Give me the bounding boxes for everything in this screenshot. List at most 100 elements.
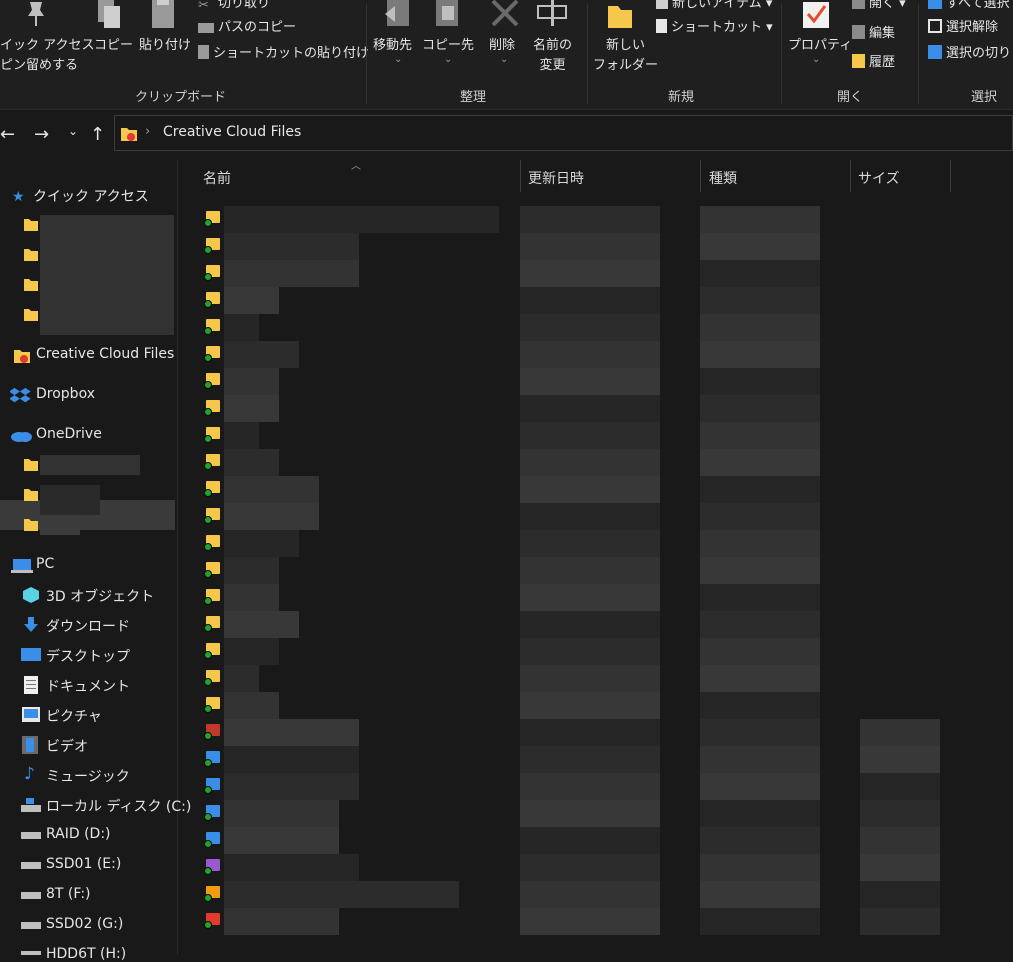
file-row[interactable] (200, 206, 950, 233)
file-row[interactable] (200, 908, 950, 935)
file-row[interactable] (200, 827, 950, 854)
sidebar-item-quick-access[interactable]: ★ クイック アクセス (12, 186, 149, 206)
edit-button[interactable]: 編集 (852, 24, 895, 44)
copy-to-chevron-icon[interactable]: ⌄ (444, 50, 452, 70)
paste-shortcut-button[interactable]: ショートカットの貼り付け (198, 44, 369, 64)
file-row[interactable] (200, 773, 950, 800)
file-row[interactable] (200, 476, 950, 503)
open-button[interactable]: 開く ▾ (852, 0, 906, 14)
recent-locations-chevron-icon[interactable]: ⌄ (68, 124, 78, 138)
sync-status-icon (204, 597, 212, 605)
cut-button[interactable]: ✂ 切り取り (198, 0, 270, 14)
copy-path-button[interactable]: パスのコピー (198, 18, 296, 38)
sidebar-item-local-disk[interactable]: ローカル ディスク (C:) (46, 796, 191, 816)
column-divider[interactable] (700, 160, 701, 192)
file-row[interactable] (200, 422, 950, 449)
up-arrow-icon[interactable]: ↑ (90, 124, 105, 145)
drive-icon (21, 832, 41, 839)
file-type-redacted (700, 854, 820, 881)
file-row[interactable] (200, 692, 950, 719)
column-header-size[interactable]: サイズ (858, 168, 900, 188)
file-date-redacted (520, 422, 660, 449)
forward-arrow-icon[interactable]: → (34, 124, 49, 145)
file-row[interactable] (200, 746, 950, 773)
sidebar-item-8t[interactable]: 8T (F:) (46, 886, 91, 902)
address-path[interactable]: Creative Cloud Files (163, 124, 301, 140)
file-row[interactable] (200, 314, 950, 341)
sidebar-item-creative-cloud[interactable]: Creative Cloud Files (36, 346, 174, 362)
file-row[interactable] (200, 449, 950, 476)
sidebar-item-ssd02[interactable]: SSD02 (G:) (46, 916, 123, 932)
creative-cloud-folder-icon (121, 128, 137, 141)
new-folder-button[interactable]: 新しい フォルダー (593, 36, 658, 76)
sidebar-item-ssd01[interactable]: SSD01 (E:) (46, 856, 121, 872)
column-header-type[interactable]: 種類 (709, 168, 737, 188)
sidebar-item-hdd[interactable]: HDD6T (H:) (46, 946, 126, 962)
file-type-redacted (700, 692, 820, 719)
file-row[interactable] (200, 395, 950, 422)
column-divider[interactable] (850, 160, 851, 192)
file-type-redacted (700, 584, 820, 611)
sync-status-icon (204, 678, 212, 686)
sync-status-icon (204, 867, 212, 875)
new-item-button[interactable]: 新しいアイテム ▾ (656, 0, 772, 14)
file-row[interactable] (200, 854, 950, 881)
file-row[interactable] (200, 287, 950, 314)
column-divider[interactable] (950, 160, 951, 192)
delete-chevron-icon[interactable]: ⌄ (500, 50, 508, 70)
file-row[interactable] (200, 584, 950, 611)
file-row[interactable] (200, 800, 950, 827)
paste-icon (152, 0, 174, 28)
file-row[interactable] (200, 368, 950, 395)
select-none-button[interactable]: 選択解除 (928, 18, 998, 38)
sidebar-item-pc[interactable]: PC (36, 556, 54, 572)
onedrive-cloud-icon (11, 432, 32, 442)
rename-button[interactable]: 名前の 変更 (533, 36, 572, 76)
sidebar-item-documents[interactable]: ドキュメント (46, 676, 130, 696)
file-size-redacted (860, 881, 940, 908)
move-to-button[interactable]: 移動先 (373, 36, 412, 56)
pin-quick-access-button[interactable]: イック アクセス ピン留めする (0, 36, 94, 76)
file-row[interactable] (200, 503, 950, 530)
file-row[interactable] (200, 881, 950, 908)
file-row[interactable] (200, 638, 950, 665)
select-all-icon (928, 0, 942, 9)
file-date-redacted (520, 827, 660, 854)
back-arrow-icon[interactable]: ← (0, 124, 15, 145)
sidebar-item-downloads[interactable]: ダウンロード (46, 616, 130, 636)
column-divider[interactable] (520, 160, 521, 192)
file-row[interactable] (200, 611, 950, 638)
column-header-name[interactable]: 名前 (203, 168, 231, 188)
select-all-button[interactable]: すべて選択 (928, 0, 1010, 14)
sidebar-item-desktop[interactable]: デスクトップ (46, 646, 130, 666)
file-row[interactable] (200, 233, 950, 260)
column-header-date[interactable]: 更新日時 (528, 168, 584, 188)
rename-icon (537, 0, 567, 26)
sidebar-item-onedrive[interactable]: OneDrive (36, 426, 102, 442)
sidebar-item-dropbox[interactable]: Dropbox (36, 386, 95, 402)
paste-button[interactable]: 貼り付け (139, 36, 191, 56)
sidebar-item-videos[interactable]: ビデオ (46, 736, 88, 756)
shortcut-button[interactable]: ショートカット ▾ (656, 18, 773, 38)
file-row[interactable] (200, 530, 950, 557)
file-row[interactable] (200, 557, 950, 584)
properties-chevron-icon[interactable]: ⌄ (812, 50, 820, 70)
sidebar-item-pictures[interactable]: ピクチャ (46, 706, 102, 726)
file-date-redacted (520, 692, 660, 719)
sidebar-item-3d-objects[interactable]: 3D オブジェクト (46, 586, 154, 606)
edit-icon (852, 25, 865, 39)
file-row[interactable] (200, 665, 950, 692)
breadcrumb-chevron-icon[interactable]: › (145, 124, 150, 139)
sidebar-item-raid[interactable]: RAID (D:) (46, 826, 111, 842)
sidebar-item-music[interactable]: ミュージック (46, 766, 130, 786)
file-row[interactable] (200, 341, 950, 368)
copy-button[interactable]: コピー (94, 36, 133, 56)
file-row[interactable] (200, 719, 950, 746)
history-button[interactable]: 履歴 (852, 53, 895, 73)
move-to-chevron-icon[interactable]: ⌄ (394, 50, 402, 70)
pin-icon (28, 2, 44, 26)
invert-selection-button[interactable]: 選択の切り (928, 44, 1011, 64)
group-divider (587, 4, 588, 104)
file-date-redacted (520, 611, 660, 638)
file-row[interactable] (200, 260, 950, 287)
